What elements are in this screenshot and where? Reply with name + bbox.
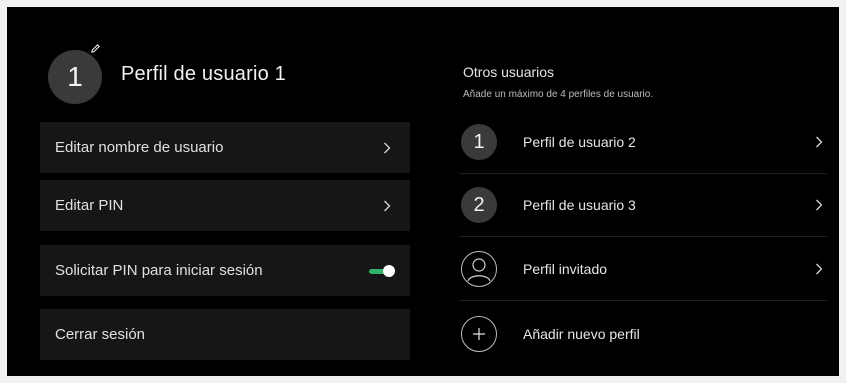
chevron-right-icon <box>811 134 827 150</box>
user-profile-2-label: Perfil de usuario 2 <box>523 134 636 150</box>
plus-icon <box>461 315 497 352</box>
other-users-subtitle: Añade un máximo de 4 perfiles de usuario… <box>463 89 654 100</box>
require-pin-login-row[interactable]: Solicitar PIN para iniciar sesión <box>40 245 410 296</box>
add-profile-row[interactable]: Añadir nuevo perfil <box>459 302 827 365</box>
avatar-number: 1 <box>473 130 485 153</box>
edit-username-label: Editar nombre de usuario <box>55 139 224 156</box>
avatar-number: 2 <box>473 193 485 216</box>
sign-out-label: Cerrar sesión <box>55 326 146 343</box>
other-users-title: Otros usuarios <box>463 64 555 80</box>
current-profile-avatar-number: 1 <box>67 61 83 92</box>
user-profile-2-row[interactable]: 1 Perfil de usuario 2 <box>459 111 827 174</box>
chevron-right-icon <box>811 197 827 213</box>
edit-pin-button[interactable]: Editar PIN <box>40 180 410 231</box>
current-profile-avatar[interactable]: 1 <box>48 50 102 104</box>
guest-profile-row[interactable]: Perfil invitado <box>459 238 827 301</box>
chevron-right-icon <box>379 140 395 156</box>
avatar: 1 <box>461 124 497 160</box>
chevron-right-icon <box>379 198 395 214</box>
chevron-right-icon <box>811 261 827 277</box>
edit-username-button[interactable]: Editar nombre de usuario <box>40 122 410 173</box>
require-pin-toggle[interactable] <box>369 264 395 278</box>
avatar: 2 <box>461 187 497 223</box>
person-icon <box>461 251 497 287</box>
user-profile-3-row[interactable]: 2 Perfil de usuario 3 <box>459 174 827 237</box>
profile-settings-screen: 1 Perfil de usuario 1 Editar nombre de u… <box>7 7 839 376</box>
pencil-icon[interactable] <box>88 41 102 55</box>
user-profile-3-label: Perfil de usuario 3 <box>523 197 636 213</box>
toggle-knob <box>383 264 395 277</box>
sign-out-button[interactable]: Cerrar sesión <box>40 309 410 360</box>
edit-pin-label: Editar PIN <box>55 197 124 214</box>
add-profile-label: Añadir nuevo perfil <box>523 325 640 342</box>
current-profile-name: Perfil de usuario 1 <box>121 63 287 85</box>
require-pin-login-label: Solicitar PIN para iniciar sesión <box>55 262 263 279</box>
guest-profile-label: Perfil invitado <box>523 261 608 277</box>
